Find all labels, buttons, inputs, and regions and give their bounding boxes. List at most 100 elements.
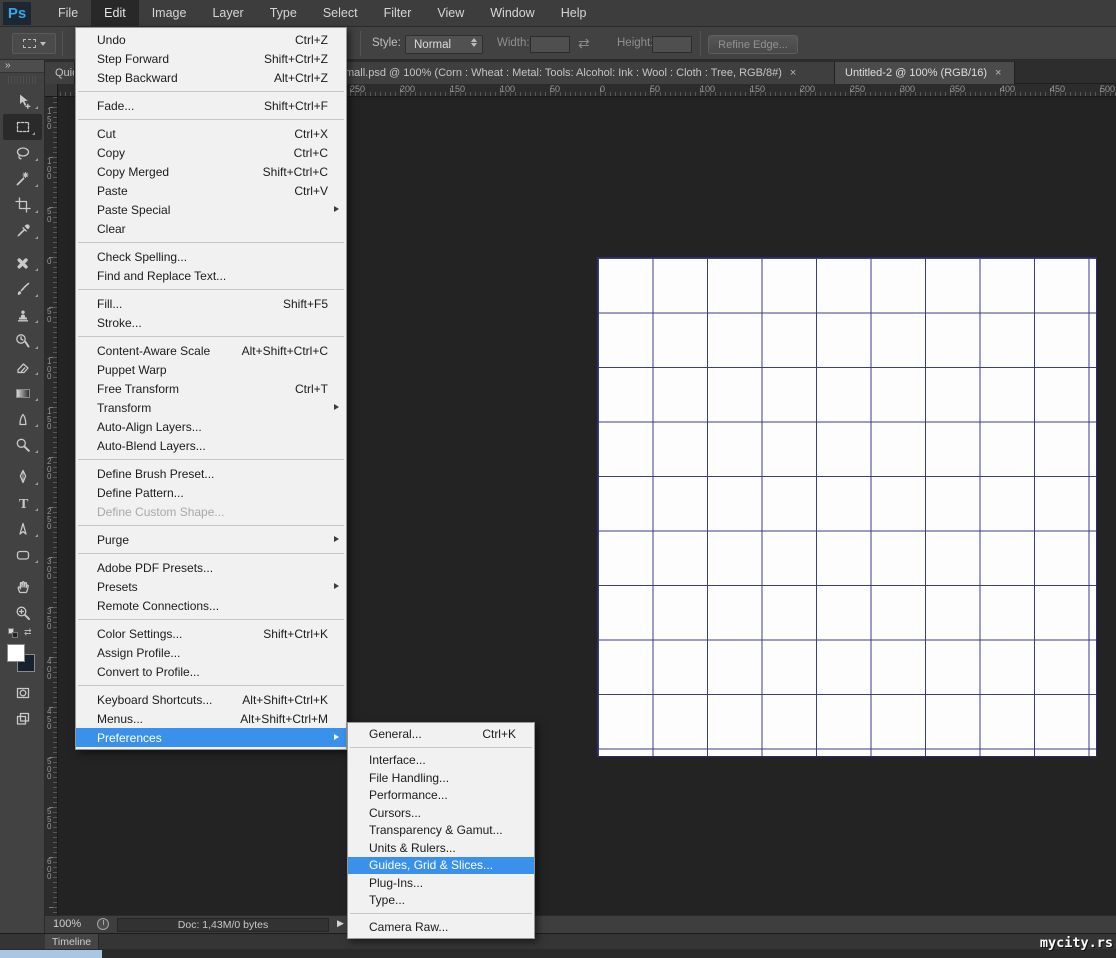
path-selection-tool[interactable] (0, 516, 45, 542)
quick-mask-button[interactable] (0, 680, 45, 706)
menu-item[interactable]: Undo Ctrl+Z (76, 30, 346, 49)
menu-item[interactable]: Step Backward Alt+Ctrl+Z (76, 68, 346, 87)
menubar-item[interactable]: Select (310, 0, 371, 26)
menu-item[interactable]: Color Settings... Shift+Ctrl+K (76, 624, 346, 643)
history-brush-tool[interactable] (0, 328, 45, 354)
menubar-item[interactable]: View (424, 0, 477, 26)
menu-item[interactable]: Presets (76, 577, 346, 596)
clone-stamp-tool[interactable] (0, 302, 45, 328)
menu-item[interactable]: Define Pattern... (76, 483, 346, 502)
rectangular-marquee-tool[interactable] (3, 114, 42, 140)
menu-item[interactable] (78, 685, 344, 686)
menu-item[interactable]: Fill... Shift+F5 (76, 294, 346, 313)
crop-tool[interactable] (0, 192, 45, 218)
menu-item[interactable]: Fade... Shift+Ctrl+F (76, 96, 346, 115)
menu-item[interactable]: Cursors... (348, 804, 534, 822)
menu-item[interactable]: Check Spelling... (76, 247, 346, 266)
menubar-item[interactable]: Image (139, 0, 200, 26)
menubar-item[interactable]: Edit (91, 0, 139, 26)
menu-item[interactable]: Define Custom Shape... (76, 502, 346, 521)
document-size-info[interactable]: Doc: 1,43M/0 bytes (117, 918, 329, 932)
menu-item[interactable]: Step Forward Shift+Ctrl+Z (76, 49, 346, 68)
style-dropdown[interactable]: Normal (405, 35, 483, 54)
status-expand-icon[interactable]: ▶ (337, 918, 344, 929)
type-tool[interactable]: T (0, 490, 45, 516)
rounded-rectangle-tool[interactable] (0, 542, 45, 568)
menu-item[interactable]: Remote Connections... (76, 596, 346, 615)
foreground-color-swatch[interactable] (7, 644, 25, 662)
menubar-item[interactable]: Help (548, 0, 600, 26)
dodge-tool[interactable] (0, 432, 45, 458)
panel-grip[interactable] (8, 76, 36, 84)
menu-item[interactable]: Puppet Warp (76, 360, 346, 379)
gradient-tool[interactable] (0, 380, 45, 406)
menu-item[interactable]: Adobe PDF Presets... (76, 558, 346, 577)
timeline-track-fragment[interactable] (0, 950, 102, 958)
menu-item[interactable]: Assign Profile... (76, 643, 346, 662)
menu-item[interactable]: Interface... (348, 752, 534, 770)
width-input[interactable] (530, 36, 570, 53)
hand-tool[interactable] (0, 574, 45, 600)
eraser-tool[interactable] (0, 354, 45, 380)
menu-item[interactable] (78, 525, 344, 526)
menu-item[interactable]: Define Brush Preset... (76, 464, 346, 483)
menu-item[interactable] (350, 746, 532, 748)
menu-item[interactable]: Guides, Grid & Slices... (348, 856, 534, 874)
menu-item[interactable] (78, 119, 344, 120)
tab-timeline[interactable]: Timeline (45, 934, 99, 950)
menu-item[interactable]: Free Transform Ctrl+T (76, 379, 346, 398)
document-tab-mall[interactable]: mall.psd @ 100% (Corn : Wheat : Metal: T… (335, 62, 835, 84)
screen-mode-button[interactable] (0, 706, 45, 732)
brush-tool[interactable] (0, 276, 45, 302)
eyedropper-tool[interactable] (0, 218, 45, 244)
smudge-tool[interactable] (0, 406, 45, 432)
menu-item[interactable]: File Handling... (348, 769, 534, 787)
collapse-panel-icon[interactable]: » (0, 60, 44, 73)
menu-item[interactable] (78, 91, 344, 92)
menu-item[interactable] (78, 336, 344, 337)
menu-item[interactable]: Cut Ctrl+X (76, 124, 346, 143)
zoom-level[interactable]: 100% (53, 918, 81, 930)
menu-item[interactable]: Clear (76, 219, 346, 238)
menu-item[interactable]: Performance... (348, 787, 534, 805)
document-canvas[interactable] (597, 257, 1097, 757)
menu-item[interactable]: Camera Raw... (348, 918, 534, 936)
menu-item[interactable]: Content-Aware Scale Alt+Shift+Ctrl+C (76, 341, 346, 360)
height-input[interactable] (652, 36, 692, 53)
menu-item[interactable]: Find and Replace Text... (76, 266, 346, 285)
menu-item[interactable] (78, 553, 344, 554)
menu-item[interactable]: Auto-Blend Layers... (76, 436, 346, 455)
menu-item[interactable]: Purge (76, 530, 346, 549)
menu-item[interactable]: Type... (348, 892, 534, 910)
refine-edge-button[interactable]: Refine Edge... (708, 35, 798, 54)
menu-item[interactable]: Paste Ctrl+V (76, 181, 346, 200)
magic-wand-tool[interactable] (0, 166, 45, 192)
menu-item[interactable] (78, 459, 344, 460)
menu-item[interactable]: Transform (76, 398, 346, 417)
pen-tool[interactable] (0, 464, 45, 490)
vertical-ruler[interactable]: 150 100 50 0 50 100 150 200 250 300 350 400 450 500 55… (45, 97, 58, 915)
menu-item[interactable] (78, 289, 344, 290)
zoom-tool[interactable] (0, 600, 45, 626)
menu-item[interactable]: Preferences (76, 728, 346, 747)
menubar-item[interactable]: Filter (371, 0, 425, 26)
menu-item[interactable]: Paste Special (76, 200, 346, 219)
default-colors-control[interactable]: ⇄ (0, 626, 45, 640)
menu-item[interactable]: Keyboard Shortcuts... Alt+Shift+Ctrl+K (76, 690, 346, 709)
menu-item[interactable]: Units & Rulers... (348, 839, 534, 857)
menu-item[interactable] (78, 619, 344, 620)
menu-item[interactable]: Convert to Profile... (76, 662, 346, 681)
document-tab-clipped[interactable]: Quic (45, 62, 75, 84)
close-icon[interactable]: × (987, 67, 1008, 79)
menu-item[interactable] (78, 242, 344, 243)
menu-item[interactable]: Menus... Alt+Shift+Ctrl+M (76, 709, 346, 728)
menubar-item[interactable]: Type (257, 0, 310, 26)
menu-item[interactable]: Copy Merged Shift+Ctrl+C (76, 162, 346, 181)
menubar-item[interactable]: Layer (199, 0, 256, 26)
move-tool[interactable] (0, 88, 45, 114)
swap-dimensions-icon[interactable]: ⇄ (578, 35, 590, 52)
menu-item[interactable]: Auto-Align Layers... (76, 417, 346, 436)
menu-item[interactable]: Transparency & Gamut... (348, 822, 534, 840)
menu-item[interactable]: General... Ctrl+K (348, 725, 534, 743)
menu-item[interactable] (350, 913, 532, 914)
